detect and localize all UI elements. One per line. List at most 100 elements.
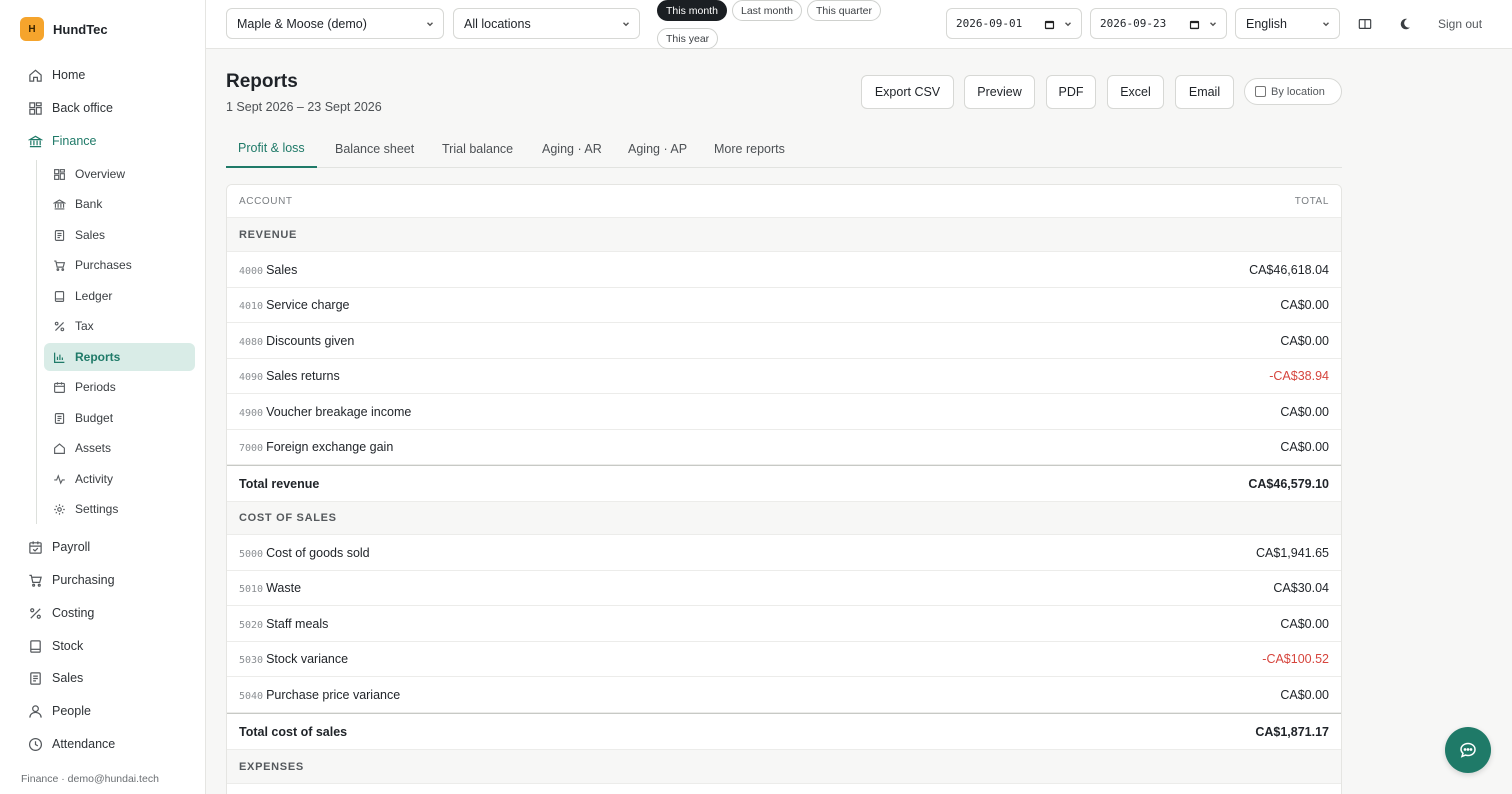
sidebar-item-budget[interactable]: Budget (44, 404, 195, 432)
section-label: REVENUE (239, 228, 298, 241)
company-select[interactable]: Maple & Moose (demo) (226, 8, 444, 39)
table-row[interactable]: 4090 Sales returns -CA$38.94 (227, 359, 1341, 394)
location-select[interactable]: All locations (453, 8, 640, 39)
sidebar-item-finance[interactable]: Finance (28, 130, 96, 152)
tab-balance-sheet[interactable]: Balance sheet (323, 130, 426, 168)
account-cell: 5040 Purchase price variance (239, 688, 400, 702)
sidebar-item-settings[interactable]: Settings (44, 495, 195, 523)
tab-more-reports[interactable]: More reports (702, 130, 797, 168)
sidebar-item-bank[interactable]: Bank (44, 190, 195, 218)
account-cell: 7000 Foreign exchange gain (239, 440, 393, 454)
by-location-toggle[interactable]: By location (1244, 78, 1342, 105)
range-this-quarter[interactable]: This quarter (807, 0, 882, 21)
sidebar-item-sales-main[interactable]: Sales (28, 667, 83, 689)
account-name: Sales (266, 262, 298, 277)
book-icon (54, 290, 65, 302)
sidebar-item-reports[interactable]: Reports (44, 343, 195, 371)
book-icon (30, 639, 41, 653)
sidebar-item-purchases[interactable]: Purchases (44, 251, 195, 279)
location-select-value: All locations (464, 16, 531, 31)
export-csv-button[interactable]: Export CSV (861, 75, 954, 109)
calendar-icon (54, 381, 65, 393)
sidebar-item-label: Periods (75, 380, 116, 394)
sidebar-item-assets[interactable]: Assets (44, 434, 195, 462)
sidebar-item-ledger[interactable]: Ledger (44, 282, 195, 310)
total-amount: CA$1,871.17 (1255, 724, 1329, 739)
sidebar-item-label: Costing (52, 606, 95, 620)
report-tabs: Profit & loss Balance sheet Trial balanc… (226, 130, 1342, 168)
chevron-down-icon (1323, 22, 1329, 27)
clock-icon (28, 737, 43, 751)
brand[interactable]: H HundTec (20, 17, 108, 41)
table-row[interactable]: 4000 Sales CA$46,618.04 (227, 252, 1341, 288)
sidebar-item-costing[interactable]: Costing (28, 602, 94, 624)
amount-cell: CA$46,618.04 (1249, 262, 1329, 277)
table-row[interactable]: 5020 Staff meals CA$0.00 (227, 606, 1341, 642)
tab-aging-ap[interactable]: Aging · AP (616, 130, 699, 168)
table-row[interactable]: 5000 Cost of goods sold CA$1,941.65 (227, 535, 1341, 571)
sidebar-item-label: Overview (75, 167, 126, 181)
date-from-input[interactable]: 2026-09-01 (946, 8, 1082, 39)
table-row[interactable]: 5010 Waste CA$30.04 (227, 571, 1341, 606)
table-row[interactable]: 7000 Foreign exchange gain CA$0.00 (227, 430, 1341, 465)
cart-icon (54, 259, 66, 271)
sidebar-item-label: Tax (75, 319, 94, 333)
sidebar-item-stock[interactable]: Stock (28, 635, 83, 657)
email-button[interactable]: Email (1175, 75, 1234, 109)
range-this-month[interactable]: This month (657, 0, 727, 21)
account-number: 7000 (239, 443, 264, 454)
sidebar-item-sales[interactable]: Sales (44, 221, 195, 249)
pdf-button[interactable]: PDF (1046, 75, 1096, 109)
preview-button[interactable]: Preview (964, 75, 1035, 109)
sidebar-item-label: Budget (75, 411, 114, 425)
sidebar-item-purchasing[interactable]: Purchasing (28, 569, 115, 591)
range-this-year[interactable]: This year (657, 28, 719, 49)
table-header: ACCOUNT TOTAL (227, 185, 1341, 218)
moon-icon[interactable] (1398, 17, 1412, 31)
sidebar-item-label: Home (52, 68, 86, 82)
account-number: 5040 (239, 690, 264, 702)
account-name: Service charge (266, 298, 350, 312)
table-row[interactable]: 4900 Voucher breakage income CA$0.00 (227, 394, 1341, 430)
book-open-icon[interactable] (1358, 17, 1372, 31)
sidebar-item-activity[interactable]: Activity (44, 465, 195, 493)
sidebar-item-attendance[interactable]: Attendance (28, 733, 115, 755)
amount-cell: CA$0.00 (1280, 440, 1329, 454)
sidebar-item-label: Stock (52, 639, 84, 653)
sidebar-item-payroll[interactable]: Payroll (28, 536, 90, 558)
calendar-icon (1044, 20, 1055, 30)
account-number: 5030 (239, 655, 264, 666)
amount-cell: -CA$38.94 (1269, 369, 1329, 383)
table-row[interactable]: 4080 Discounts given CA$0.00 (227, 323, 1341, 359)
tab-trial-balance[interactable]: Trial balance (430, 130, 525, 168)
sidebar-item-overview[interactable]: Overview (44, 160, 195, 188)
chevron-down-icon (427, 22, 433, 27)
table-row[interactable]: 4010 Service charge CA$0.00 (227, 288, 1341, 323)
table-row[interactable]: 5040 Purchase price variance CA$0.00 (227, 677, 1341, 713)
sidebar-item-people[interactable]: People (28, 700, 91, 722)
sidebar-item-periods[interactable]: Periods (44, 373, 195, 401)
range-last-month[interactable]: Last month (732, 0, 802, 21)
sidebar-item-label: Assets (75, 441, 112, 455)
excel-button[interactable]: Excel (1107, 75, 1164, 109)
sidebar-item-back-office[interactable]: Back office (28, 97, 113, 119)
by-location-checkbox[interactable] (1255, 86, 1266, 97)
sign-out-link[interactable]: Sign out (1438, 17, 1482, 31)
chat-button[interactable] (1445, 727, 1491, 773)
date-to-input[interactable]: 2026-09-23 (1090, 8, 1227, 39)
amount-cell: CA$1,941.65 (1256, 545, 1329, 560)
sidebar-item-home[interactable]: Home (28, 64, 85, 86)
table-row[interactable]: 5030 Stock variance -CA$100.52 (227, 642, 1341, 677)
language-select[interactable]: English (1235, 8, 1340, 39)
home-icon (29, 69, 42, 82)
submenu-line (36, 160, 37, 524)
chevron-down-icon (1210, 22, 1216, 27)
tab-profit-loss[interactable]: Profit & loss (226, 130, 317, 168)
tab-aging-ar[interactable]: Aging · AR (530, 130, 614, 168)
cart-icon (29, 574, 42, 587)
sidebar-item-tax[interactable]: Tax (44, 312, 195, 340)
section-expenses: EXPENSES (227, 750, 1341, 784)
account-name: Sales returns (266, 369, 340, 383)
section-cost-of-sales: COST OF SALES (227, 502, 1341, 535)
account-cell: 4900 Voucher breakage income (239, 405, 411, 419)
